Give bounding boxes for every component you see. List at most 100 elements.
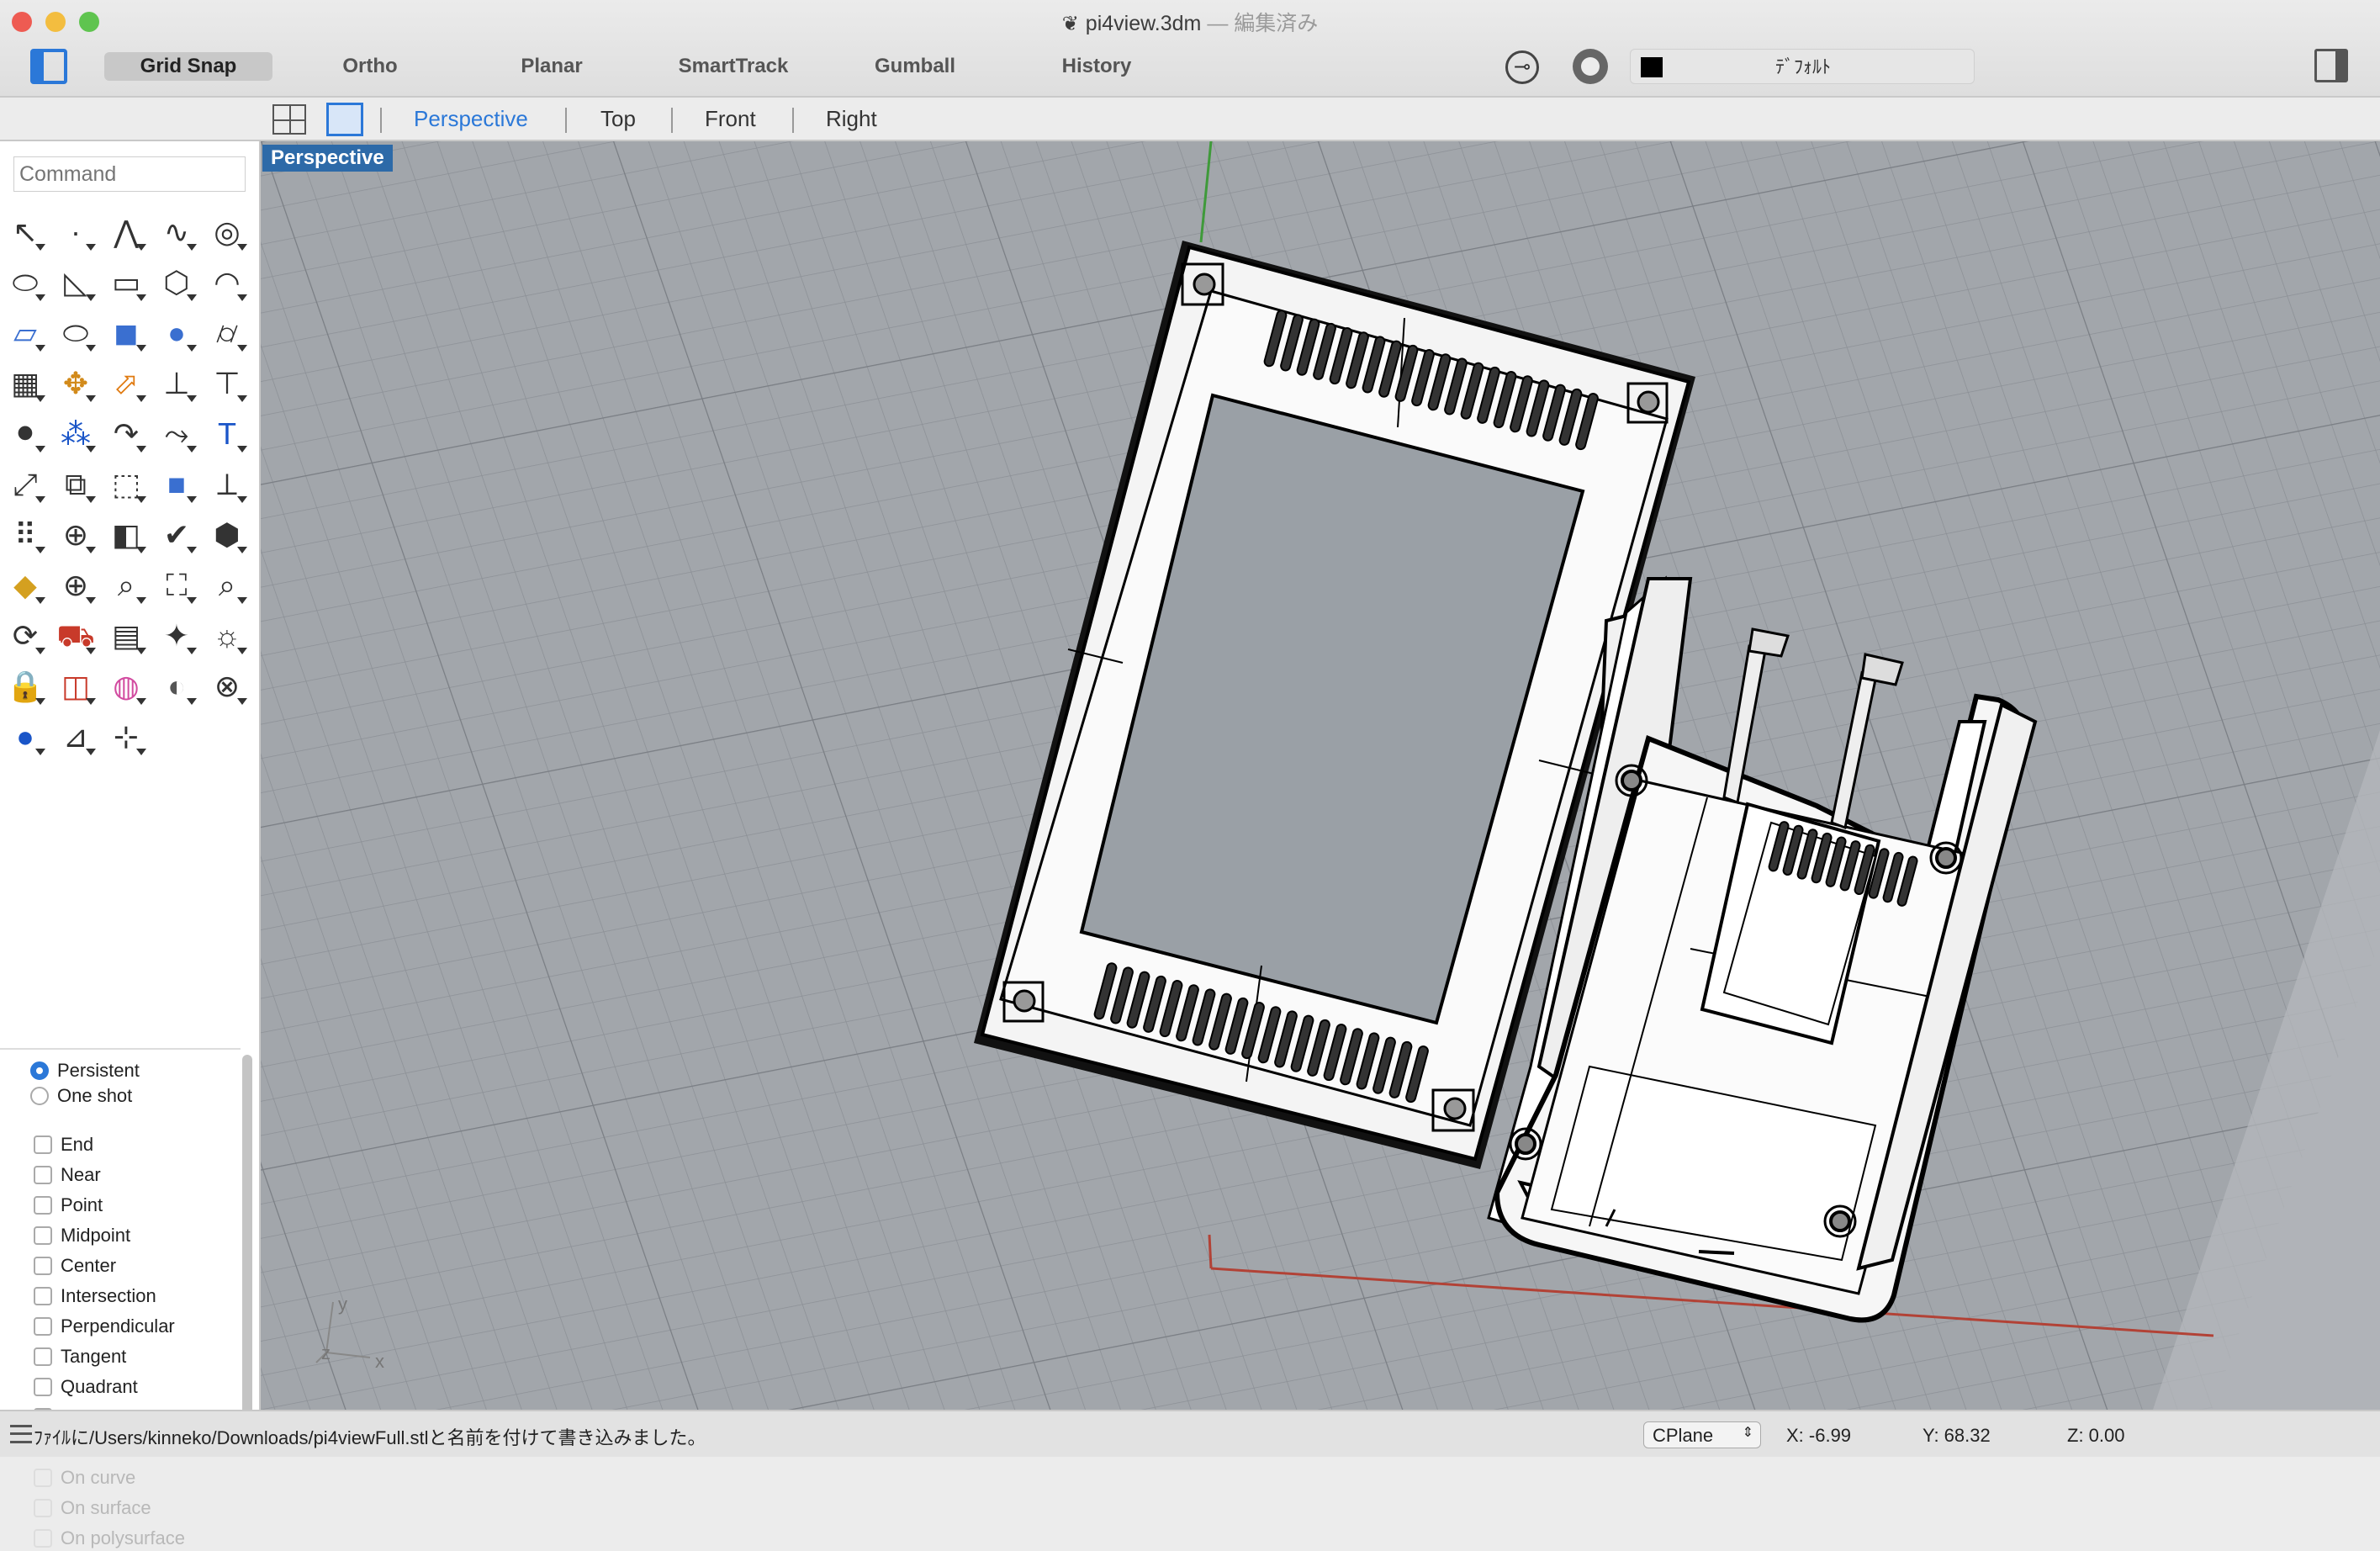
viewport-label[interactable]: Perspective: [262, 145, 393, 172]
point-icon[interactable]: ·: [56, 212, 96, 252]
zoom-selected-icon[interactable]: ⌕: [207, 565, 247, 606]
tab-perspective[interactable]: Perspective: [414, 106, 528, 132]
osnap-checkbox-on-polysurface[interactable]: [34, 1529, 52, 1548]
record-history-icon[interactable]: [1573, 49, 1608, 84]
flyout-indicator: [35, 294, 45, 301]
osnap-checkbox-perpendicular[interactable]: [34, 1317, 52, 1336]
check-icon[interactable]: ✔: [156, 515, 197, 555]
layer-selector[interactable]: ﾃﾞﾌｫﾙﾄ: [1630, 49, 1975, 84]
gumball-icon[interactable]: ⊕: [56, 515, 96, 555]
osnap-label: Center: [61, 1255, 117, 1276]
fillet-icon[interactable]: ↷: [106, 414, 146, 454]
materials-icon[interactable]: ✦: [156, 616, 197, 656]
layers-icon[interactable]: ◫: [56, 666, 96, 707]
paint-icon[interactable]: ◆: [5, 565, 45, 606]
sphere-icon[interactable]: ●: [156, 313, 197, 353]
osnap-checkbox-on-surface[interactable]: [34, 1499, 52, 1517]
osnap-checkbox-midpoint[interactable]: [34, 1226, 52, 1245]
flyout-indicator: [136, 496, 146, 503]
patch-icon[interactable]: ▦: [5, 363, 45, 404]
array-icon[interactable]: ⠿: [5, 515, 45, 555]
command-history-icon[interactable]: [10, 1425, 32, 1443]
cplane-selector[interactable]: CPlane ⇕: [1643, 1421, 1761, 1448]
cylinder-icon[interactable]: ⌭: [207, 313, 247, 353]
blend-icon[interactable]: ⤳: [156, 414, 197, 454]
single-viewport-layout-icon[interactable]: [326, 103, 363, 136]
environment-icon[interactable]: ⊗: [207, 666, 247, 707]
four-viewport-layout-icon[interactable]: [272, 104, 306, 135]
project-icon[interactable]: ⬚: [106, 464, 146, 505]
gumball-toggle[interactable]: Gumball: [848, 52, 982, 81]
osnap-checkbox-tangent[interactable]: [34, 1347, 52, 1366]
zoom-extents-icon[interactable]: ⛶: [156, 565, 197, 606]
ortho-toggle[interactable]: Ortho: [303, 52, 437, 81]
rotate-view-icon[interactable]: ⟳: [5, 616, 45, 656]
polygon-icon[interactable]: ⬡: [156, 262, 197, 303]
planar-toggle[interactable]: Planar: [484, 52, 619, 81]
extrude-icon[interactable]: ⬀: [106, 363, 146, 404]
layer-icon[interactable]: ◧: [106, 515, 146, 555]
lock-icon[interactable]: 🔒: [5, 666, 45, 707]
right-sidebar-toggle-icon[interactable]: [2314, 49, 2348, 82]
osnap-filter-icon[interactable]: ⊸: [1505, 50, 1539, 84]
surface-icon[interactable]: ▱: [5, 313, 45, 353]
command-input[interactable]: [13, 156, 246, 192]
osnap-checkbox-near[interactable]: [34, 1166, 52, 1184]
boolean-icon[interactable]: ⚫: [5, 414, 45, 454]
align-icon[interactable]: ⤢: [5, 464, 45, 505]
osnap-scrollbar[interactable]: [242, 1055, 252, 1430]
camera-icon[interactable]: ⊿: [56, 717, 96, 757]
smarttrack-toggle[interactable]: SmartTrack: [658, 52, 809, 81]
flyout-indicator: [136, 244, 146, 251]
trim-icon[interactable]: ⊤: [207, 363, 247, 404]
curve-icon[interactable]: ∿: [156, 212, 197, 252]
osnap-checkbox-point[interactable]: [34, 1196, 52, 1215]
loft-icon[interactable]: ⬭: [56, 313, 96, 353]
osnap-checkbox-end[interactable]: [34, 1135, 52, 1154]
solid-icon[interactable]: ■: [156, 464, 197, 505]
left-sidebar-toggle-icon[interactable]: [30, 49, 67, 84]
osnap-checkbox-intersection[interactable]: [34, 1287, 52, 1305]
text-icon[interactable]: T: [207, 414, 247, 454]
polygon-curve-icon[interactable]: ◺: [56, 262, 96, 303]
zoom-window-icon[interactable]: ⌕: [106, 565, 146, 606]
osnap-label: Midpoint: [61, 1225, 131, 1246]
select-arrow-icon[interactable]: ↖: [5, 212, 45, 252]
osnap-checkbox-on-curve[interactable]: [34, 1469, 52, 1487]
spheres-icon[interactable]: ⁂: [56, 414, 96, 454]
flyout-indicator: [86, 749, 96, 755]
annotate-icon[interactable]: ⟂: [207, 464, 247, 505]
zoom-icon[interactable]: ⊕: [56, 565, 96, 606]
persistent-radio[interactable]: [30, 1061, 49, 1080]
history-toggle[interactable]: History: [1029, 52, 1164, 81]
tab-top[interactable]: Top: [600, 106, 636, 132]
tab-front[interactable]: Front: [705, 106, 756, 132]
box-icon[interactable]: ◼: [106, 313, 146, 353]
rectangle-icon[interactable]: ▭: [106, 262, 146, 303]
flyout-indicator: [187, 698, 197, 705]
color-wheel-icon[interactable]: ◍: [106, 666, 146, 707]
axis-z-label: z: [321, 1342, 331, 1363]
one-shot-radio[interactable]: [30, 1087, 49, 1105]
mesh-icon[interactable]: ⬢: [207, 515, 247, 555]
polyline-icon[interactable]: ⋀: [106, 212, 146, 252]
osnap-label: Quadrant: [61, 1376, 138, 1397]
points-icon[interactable]: ⊹: [106, 717, 146, 757]
light-icon[interactable]: ☼: [207, 616, 247, 656]
rendered-sphere-icon[interactable]: ●: [5, 717, 45, 757]
car-icon[interactable]: ⛟: [56, 616, 96, 656]
ellipse-icon[interactable]: ⬭: [5, 262, 45, 303]
group-icon[interactable]: ⧉: [56, 464, 96, 505]
osnap-checkbox-center[interactable]: [34, 1257, 52, 1275]
grid-icon[interactable]: ▤: [106, 616, 146, 656]
circle-icon[interactable]: ◎: [207, 212, 247, 252]
split-icon[interactable]: ⊥: [156, 363, 197, 404]
grid-snap-toggle[interactable]: Grid Snap: [104, 52, 272, 81]
arc-icon[interactable]: ◠: [207, 262, 247, 303]
explode-icon[interactable]: ✥: [56, 363, 96, 404]
tab-right[interactable]: Right: [826, 106, 877, 132]
render-sphere-icon[interactable]: ◐: [156, 666, 197, 707]
flyout-indicator: [136, 698, 146, 705]
perspective-viewport[interactable]: y x z Perspective: [261, 141, 2380, 1410]
osnap-checkbox-quadrant[interactable]: [34, 1378, 52, 1396]
